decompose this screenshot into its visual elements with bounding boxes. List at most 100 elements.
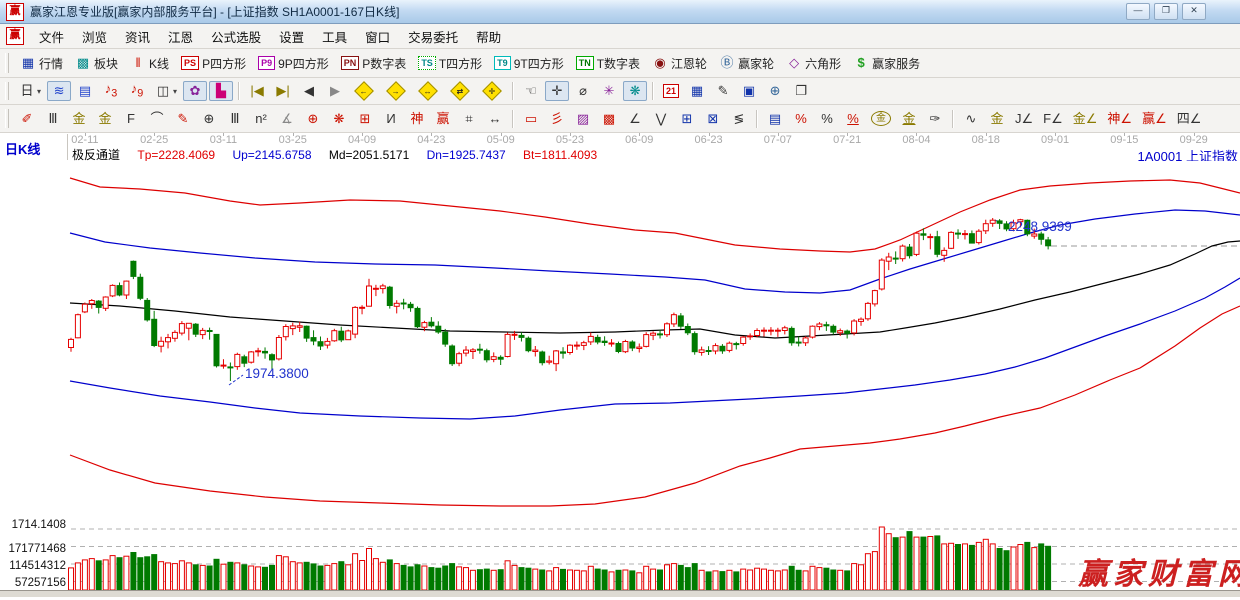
tool-zoom-out[interactable]: ✛ xyxy=(477,80,507,102)
tool-spiral[interactable]: ⌒ xyxy=(145,109,169,129)
tool-quotes[interactable]: ▦行情 xyxy=(14,54,69,73)
tool-zoom-in[interactable]: ⇄ xyxy=(445,80,475,102)
tool-draw-pen[interactable]: ✐ xyxy=(15,109,39,129)
period-day-dropdown-icon[interactable]: ▾ xyxy=(37,87,41,96)
tool-price-ladder[interactable]: ▤ xyxy=(763,109,787,129)
kline-chart[interactable]: 1714.1408 171771468 114514312 57257156 2… xyxy=(0,161,1240,597)
tool-ruler-123[interactable]: ⌗ xyxy=(457,109,481,129)
tool-trend-angle[interactable]: ∡ xyxy=(275,109,299,129)
tool-note-3[interactable]: ♪3 xyxy=(99,79,123,104)
tool-parallel-lines[interactable]: ≶ xyxy=(727,109,751,129)
tool-9t-square[interactable]: T99T四方形 xyxy=(488,54,570,73)
tool-gann-wheel[interactable]: ◉江恩轮 xyxy=(646,54,713,73)
menu-formula-stock-pick[interactable]: 公式选股 xyxy=(202,24,270,49)
tool-gold-box[interactable]: 金 xyxy=(985,109,1009,129)
tool-ying-tool[interactable]: 赢 xyxy=(431,109,455,129)
tool-four-angle[interactable]: 四∠ xyxy=(1173,109,1206,129)
minimize-button[interactable]: — xyxy=(1126,3,1150,20)
tool-ying-angle[interactable]: 赢∠ xyxy=(1138,109,1171,129)
tool-t-square[interactable]: TST四方形 xyxy=(412,54,488,73)
tool-note-9[interactable]: ♪9 xyxy=(125,79,149,104)
tool-winner-wheel[interactable]: Ⓑ赢家轮 xyxy=(713,54,780,73)
tool-next-bar[interactable]: ▶ xyxy=(323,81,347,101)
tool-calculator[interactable]: ▦ xyxy=(685,81,709,101)
tool-star-tool[interactable]: ✳ xyxy=(597,81,621,101)
tool-box-measure[interactable]: ▭ xyxy=(519,109,543,129)
menu-window[interactable]: 窗口 xyxy=(356,24,399,49)
tool-web-sync[interactable]: ⊕ xyxy=(763,81,787,101)
menu-browse[interactable]: 浏览 xyxy=(73,24,116,49)
close-button[interactable]: ✕ xyxy=(1182,3,1206,20)
tool-shen-tool[interactable]: 神 xyxy=(405,109,429,129)
tool-j-angle[interactable]: J∠ xyxy=(1011,109,1037,129)
tool-volume-profile[interactable]: ▙ xyxy=(209,81,233,101)
menu-trade-order[interactable]: 交易委托 xyxy=(399,24,467,49)
tool-gold-circle[interactable]: 金 xyxy=(867,109,895,128)
tool-angle-measure[interactable]: ⌀ xyxy=(571,81,595,101)
tool-percent-zone[interactable]: % xyxy=(789,109,813,129)
menu-tools[interactable]: 工具 xyxy=(313,24,356,49)
tool-save[interactable]: ▣ xyxy=(737,81,761,101)
menu-gann[interactable]: 江恩 xyxy=(159,24,202,49)
tool-ink-pen[interactable]: ✑ xyxy=(923,109,947,129)
menu-settings[interactable]: 设置 xyxy=(270,24,313,49)
tool-fib-lines[interactable]: F xyxy=(119,109,143,129)
tool-swing-mark[interactable]: И xyxy=(379,109,403,129)
tool-box-fan-red[interactable]: ▩ xyxy=(597,109,621,129)
tool-gold-line[interactable]: 金 xyxy=(897,109,921,129)
tool-time-lines[interactable]: Ⅲ xyxy=(223,109,247,129)
tool-winner-service[interactable]: $赢家服务 xyxy=(847,54,926,73)
tool-print[interactable]: ❐ xyxy=(789,81,813,101)
tool-marker-pen[interactable]: ✎ xyxy=(171,109,195,129)
tool-circle-cross[interactable]: ⊕ xyxy=(301,109,325,129)
tool-zoom-fit[interactable]: ↔ xyxy=(413,80,443,102)
tool-channel-overlay[interactable]: ≋ xyxy=(47,81,71,101)
tool-period-day[interactable]: 日▾ xyxy=(15,81,45,101)
tool-last-bar[interactable]: ▶| xyxy=(271,81,295,101)
tool-first-bar[interactable]: |◀ xyxy=(245,81,269,101)
tool-shen-angle[interactable]: 神∠ xyxy=(1103,109,1136,129)
tool-t-number-table[interactable]: TNT数字表 xyxy=(570,54,646,73)
menu-help[interactable]: 帮助 xyxy=(467,24,510,49)
maximize-button[interactable]: ❐ xyxy=(1154,3,1178,20)
tool-grid-blue[interactable]: ⊞ xyxy=(675,109,699,129)
tool-p-square[interactable]: PSP四方形 xyxy=(175,54,252,73)
tool-gann-grid-box[interactable]: ⊞ xyxy=(353,109,377,129)
tool-angle-lines[interactable]: ∠ xyxy=(623,109,647,129)
tool-zigzag-wave[interactable]: ⋁ xyxy=(649,109,673,129)
tool-grid-arrow[interactable]: ⊠ xyxy=(701,109,725,129)
tool-p-number-table[interactable]: PNP数字表 xyxy=(335,54,413,73)
menu-news[interactable]: 资讯 xyxy=(116,24,159,49)
tool-box-fan-purple[interactable]: ▨ xyxy=(571,109,595,129)
tool-smart-analysis[interactable]: ❋ xyxy=(623,81,647,101)
tool-pan-hand[interactable]: ☜ xyxy=(519,81,543,101)
tool-hexagon[interactable]: ◇六角形 xyxy=(780,54,847,73)
tool-measure-width[interactable]: ↔ xyxy=(483,109,507,129)
tool-crosshair[interactable]: ✛ xyxy=(545,81,569,101)
tool-candle-style[interactable]: ◫▾ xyxy=(151,81,181,101)
tool-9p-square[interactable]: P99P四方形 xyxy=(252,54,335,73)
tool-gold-angle[interactable]: 金∠ xyxy=(1069,109,1102,129)
menu-file[interactable]: 文件 xyxy=(30,24,73,49)
tool-pattern-overlay[interactable]: ✿ xyxy=(183,81,207,101)
tool-time-cycle-lines[interactable]: Ⅲ xyxy=(41,109,65,129)
tool-scroll-right[interactable]: → xyxy=(381,80,411,102)
tool-scroll-left[interactable]: ← xyxy=(349,80,379,102)
tool-info-panel[interactable]: ▤ xyxy=(73,81,97,101)
tool-calendar[interactable]: 21 xyxy=(659,82,683,100)
tool-kline[interactable]: ‖K线 xyxy=(124,54,175,73)
tool-golden-section-h[interactable]: 金 xyxy=(67,109,91,129)
tool-percent-line[interactable]: % xyxy=(841,109,865,129)
tool-prev-bar[interactable]: ◀ xyxy=(297,81,321,101)
tool-sectors[interactable]: ▩板块 xyxy=(69,54,124,73)
tool-f-angle[interactable]: F∠ xyxy=(1039,109,1067,129)
tool-wave-tool[interactable]: ∿ xyxy=(959,109,983,129)
tool-percent[interactable]: % xyxy=(815,109,839,129)
tool-cycle-circle[interactable]: ⊕ xyxy=(197,109,221,129)
tool-n-square[interactable]: n² xyxy=(249,109,273,129)
tool-gann-starburst[interactable]: ❋ xyxy=(327,109,351,129)
tool-memo[interactable]: ✎ xyxy=(711,81,735,101)
tool-golden-section-v[interactable]: 金 xyxy=(93,109,117,129)
chart-canvas[interactable]: 1714.1408 171771468 114514312 57257156 2… xyxy=(0,161,1240,597)
candle-style-dropdown-icon[interactable]: ▾ xyxy=(173,87,177,96)
